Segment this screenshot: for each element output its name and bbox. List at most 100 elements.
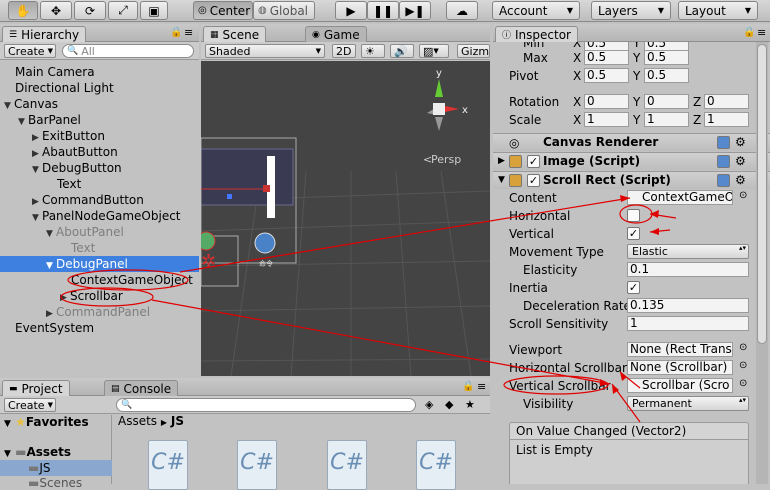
- tree-item-commandbutton[interactable]: ▶ CommandButton: [0, 192, 199, 208]
- tree-item-debugbutton[interactable]: ▼ DebugButton: [0, 160, 199, 176]
- max-y-field[interactable]: 0.5: [644, 50, 689, 65]
- visibility-dropdown[interactable]: Permanent: [627, 396, 749, 411]
- max-x-field[interactable]: 0.5: [584, 50, 629, 65]
- scroll-sensitivity-field[interactable]: 1: [627, 316, 749, 331]
- lock-icon[interactable]: 🔒: [462, 381, 474, 392]
- tree-item-contextgameobject[interactable]: ContextGameObject: [0, 272, 199, 288]
- deceleration-rate-field[interactable]: 0.135: [627, 298, 749, 313]
- help-icon[interactable]: [717, 174, 730, 187]
- move-tool-button[interactable]: ✥: [40, 1, 72, 20]
- menu-icon[interactable]: ≡: [757, 26, 766, 39]
- vertical-scrollbar-field[interactable]: Scrollbar (Scro: [627, 378, 733, 393]
- tab-game[interactable]: ◉ Game: [305, 26, 367, 42]
- tab-inspector[interactable]: ⓘ Inspector: [495, 26, 578, 42]
- tree-item-aboutpanel[interactable]: ▼ AboutPanel: [0, 224, 199, 240]
- tree-item-commandpanel[interactable]: ▶ CommandPanel: [0, 304, 199, 320]
- scenes-folder-item[interactable]: ▬Scenes: [28, 476, 82, 490]
- tree-item-canvas[interactable]: ▼ Canvas: [0, 96, 199, 112]
- script-asset[interactable]: C#: [416, 440, 456, 490]
- tree-item-debugpanel[interactable]: ▼ DebugPanel: [0, 256, 199, 272]
- scale-x-field[interactable]: 1: [584, 112, 629, 127]
- help-icon[interactable]: [717, 136, 730, 149]
- lock-icon[interactable]: 🔒: [170, 27, 182, 38]
- space-global-button[interactable]: ◍ Global: [253, 1, 315, 20]
- project-create-button[interactable]: Create ▼: [4, 398, 56, 412]
- layout-dropdown[interactable]: Layout ▼: [678, 1, 758, 20]
- account-dropdown[interactable]: Account ▼: [492, 1, 580, 20]
- pivot-center-button[interactable]: ◎ Center: [193, 1, 253, 20]
- script-asset[interactable]: C#: [148, 440, 188, 490]
- object-picker-icon[interactable]: ⊙: [739, 190, 747, 201]
- play-button[interactable]: ▶: [335, 1, 367, 20]
- gear-icon[interactable]: ⚙: [735, 153, 746, 170]
- object-picker-icon[interactable]: ⊙: [739, 342, 747, 353]
- tab-console[interactable]: ▤ Console: [104, 380, 179, 396]
- shading-dropdown[interactable]: Shaded ▼: [205, 44, 325, 58]
- viewport-object-field[interactable]: None (Rect Trans: [627, 342, 733, 357]
- rect-tool-button[interactable]: ▣: [140, 1, 168, 20]
- scene-viewport[interactable]: 命令 ✲ y x < Persp: [201, 61, 490, 376]
- pivot-x-field[interactable]: 0.5: [584, 68, 629, 83]
- object-picker-icon[interactable]: ⊙: [739, 360, 747, 371]
- tree-item-abautbutton[interactable]: ▶ AbautButton: [0, 144, 199, 160]
- scroll-rect-enabled-checkbox[interactable]: ✓: [527, 174, 540, 187]
- object-picker-icon[interactable]: ⊙: [739, 378, 747, 389]
- tree-item-scrollbar[interactable]: ▶ Scrollbar: [0, 288, 199, 304]
- movement-type-dropdown[interactable]: Elastic: [627, 244, 749, 259]
- filter-type-icon[interactable]: ◈: [425, 398, 433, 411]
- tree-item-text-dim[interactable]: Text: [0, 240, 199, 256]
- star-icon[interactable]: ★: [465, 398, 475, 411]
- gear-icon[interactable]: ⚙: [735, 172, 746, 189]
- 2d-toggle[interactable]: 2D: [332, 44, 356, 58]
- js-folder-item[interactable]: ▬JS: [0, 460, 112, 476]
- horizontal-scrollbar-field[interactable]: None (Scrollbar): [627, 360, 733, 375]
- tree-item-main-camera[interactable]: Main Camera: [0, 64, 199, 80]
- pivot-y-field[interactable]: 0.5: [644, 68, 689, 83]
- effects-dropdown[interactable]: ▨ ▼: [419, 44, 449, 58]
- elasticity-field[interactable]: 0.1: [627, 262, 749, 277]
- project-search-input[interactable]: 🔍: [116, 398, 416, 412]
- audio-toggle[interactable]: 🔊: [390, 44, 414, 58]
- hand-tool-button[interactable]: ✋: [8, 1, 38, 20]
- breadcrumb-assets[interactable]: Assets: [118, 414, 157, 428]
- cloud-button[interactable]: ☁: [446, 1, 478, 20]
- inertia-checkbox[interactable]: ✓: [627, 281, 640, 294]
- rotate-tool-button[interactable]: ⟳: [74, 1, 106, 20]
- tree-item-exitbutton[interactable]: ▶ ExitButton: [0, 128, 199, 144]
- script-asset[interactable]: C#: [237, 440, 277, 490]
- menu-icon[interactable]: ≡: [184, 26, 193, 39]
- expand-triangle-icon[interactable]: ▼: [498, 172, 505, 189]
- image-enabled-checkbox[interactable]: ✓: [527, 155, 540, 168]
- inspector-scrollbar[interactable]: [756, 42, 768, 484]
- scroll-rect-header[interactable]: ▼ ✓ Scroll Rect (Script) ⚙: [493, 171, 770, 189]
- rotation-y-field[interactable]: 0: [644, 94, 689, 109]
- layers-dropdown[interactable]: Layers ▼: [591, 1, 671, 20]
- menu-icon[interactable]: ≡: [477, 380, 486, 393]
- script-asset[interactable]: C#: [327, 440, 367, 490]
- lock-icon[interactable]: 🔒: [743, 27, 755, 38]
- tree-item-eventsystem[interactable]: EventSystem: [0, 320, 199, 336]
- collapse-triangle-icon[interactable]: ▶: [498, 153, 505, 170]
- hierarchy-create-button[interactable]: Create ▼: [4, 44, 56, 58]
- vertical-checkbox[interactable]: ✓: [627, 227, 640, 240]
- step-button[interactable]: ▶❚: [399, 1, 431, 20]
- tree-item-barpanel[interactable]: ▼ BarPanel: [0, 112, 199, 128]
- assets-item[interactable]: ▼ ▬Assets: [4, 445, 71, 459]
- favorites-item[interactable]: ▼ ★Favorites: [4, 415, 89, 429]
- pause-button[interactable]: ❚❚: [367, 1, 399, 20]
- image-script-header[interactable]: ▶ ✓ Image (Script) ⚙: [493, 152, 770, 170]
- scale-tool-button[interactable]: ⤢: [108, 1, 138, 20]
- canvas-renderer-header[interactable]: ◎ Canvas Renderer ⚙: [493, 133, 770, 151]
- tree-item-text[interactable]: Text: [0, 176, 199, 192]
- tab-scene[interactable]: ▦ Scene: [203, 26, 267, 42]
- scrollbar-thumb[interactable]: [757, 44, 767, 344]
- horizontal-checkbox[interactable]: [627, 209, 640, 222]
- help-icon[interactable]: [717, 155, 730, 168]
- tree-item-panelnodegameobject[interactable]: ▼ PanelNodeGameObject: [0, 208, 199, 224]
- content-object-field[interactable]: ContextGameO: [627, 190, 733, 205]
- persp-label[interactable]: Persp: [431, 153, 461, 166]
- tab-project[interactable]: ▬ Project: [2, 380, 70, 396]
- rotation-x-field[interactable]: 0: [584, 94, 629, 109]
- scale-y-field[interactable]: 1: [644, 112, 689, 127]
- rotation-z-field[interactable]: 0: [704, 94, 749, 109]
